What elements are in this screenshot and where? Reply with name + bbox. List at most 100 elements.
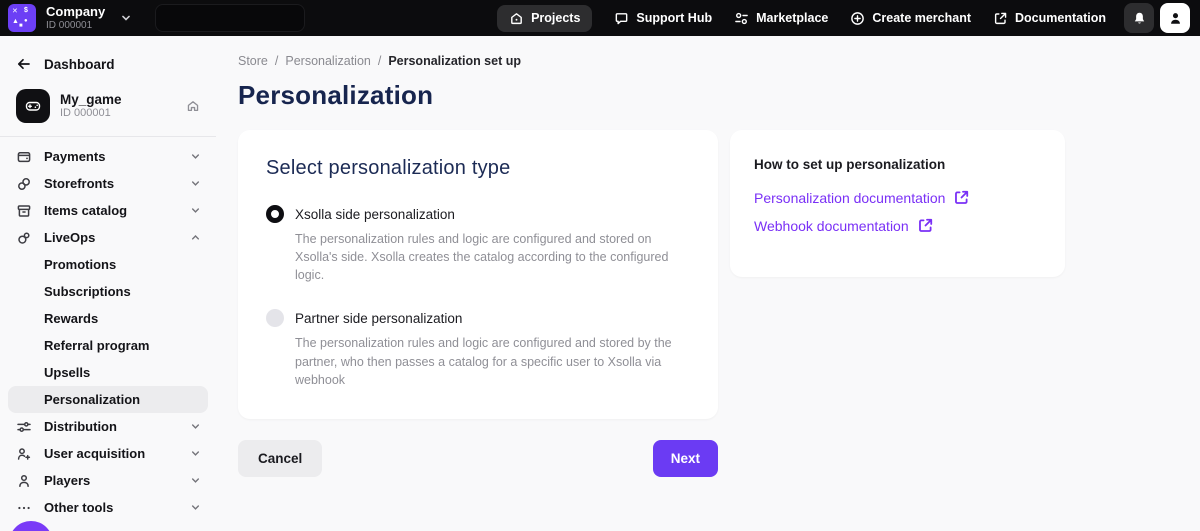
arrow-left-icon	[16, 56, 32, 72]
breadcrumb-store[interactable]: Store	[238, 54, 268, 68]
sidebar-item-promotions[interactable]: Promotions	[0, 251, 216, 278]
company-name: Company	[46, 5, 105, 19]
main-content: Store / Personalization / Personalizatio…	[216, 36, 1200, 531]
plus-circle-icon	[850, 11, 865, 26]
bell-icon	[1132, 11, 1147, 26]
sidebar-item-payments[interactable]: Payments	[0, 143, 216, 170]
chevron-down-icon	[189, 474, 202, 487]
chain-rings-icon	[16, 230, 32, 246]
sidebar-item-label: Players	[44, 473, 90, 488]
project-avatar	[16, 89, 50, 123]
account-button[interactable]	[1160, 3, 1190, 33]
sidebar-item-label: Storefronts	[44, 176, 114, 191]
chevron-down-icon[interactable]	[119, 11, 133, 25]
sidebar-subitem-label: Promotions	[44, 257, 116, 272]
chevron-down-icon	[189, 177, 202, 190]
notifications-button[interactable]	[1124, 3, 1154, 33]
nav-label: Documentation	[1015, 11, 1106, 25]
sidebar-item-players[interactable]: Players	[0, 467, 216, 494]
personalization-documentation-link[interactable]: Personalization documentation	[754, 189, 1041, 206]
nav-label: Marketplace	[756, 11, 828, 25]
radio-selected-icon[interactable]	[266, 205, 284, 223]
project-id: ID 000001	[60, 107, 122, 120]
logo-glyph: ✕	[12, 8, 18, 15]
chevron-down-icon	[189, 150, 202, 163]
external-link-icon	[993, 11, 1008, 26]
personalization-type-card: Select personalization type Xsolla side …	[238, 130, 718, 419]
radio-option-partner-side[interactable]: Partner side personalization	[266, 309, 690, 327]
nav-support-hub[interactable]: Support Hub	[614, 11, 712, 26]
chevron-down-icon	[189, 204, 202, 217]
logo-glyph: ●	[24, 18, 28, 25]
sidebar-item-rewards[interactable]: Rewards	[0, 305, 216, 332]
sidebar-item-label: Distribution	[44, 419, 117, 434]
company-switcher[interactable]: Company ID 000001	[46, 5, 105, 31]
help-heading: How to set up personalization	[754, 157, 1041, 172]
project-switcher[interactable]: My_game ID 000001	[0, 88, 216, 124]
breadcrumb-separator: /	[378, 54, 381, 68]
logo-glyph: ▲	[12, 18, 19, 25]
sidebar-item-label: Other tools	[44, 500, 113, 515]
sidebar-item-referral-program[interactable]: Referral program	[0, 332, 216, 359]
sidebar: Dashboard My_game ID 000001 Payments Sto…	[0, 36, 216, 531]
sidebar-item-liveops[interactable]: LiveOps	[0, 224, 216, 251]
sidebar-item-other-tools[interactable]: Other tools	[0, 494, 216, 521]
topbar: ✕ $ ▲ ● ■ Company ID 000001 Projects Sup…	[0, 0, 1200, 36]
breadcrumb: Store / Personalization / Personalizatio…	[238, 54, 1200, 68]
sidebar-item-user-acquisition[interactable]: User acquisition	[0, 440, 216, 467]
sidebar-item-label: Payments	[44, 149, 105, 164]
radio-unselected-icon[interactable]	[266, 309, 284, 327]
company-id: ID 000001	[46, 20, 105, 31]
sidebar-item-distribution[interactable]: Distribution	[0, 413, 216, 440]
xsolla-logo[interactable]: ✕ $ ▲ ● ■	[8, 4, 36, 32]
gamepad-icon	[24, 97, 42, 115]
external-link-icon	[917, 217, 934, 234]
option-description: The personalization rules and logic are …	[295, 334, 690, 388]
option-label: Partner side personalization	[295, 311, 462, 326]
back-to-dashboard[interactable]: Dashboard	[0, 52, 216, 76]
sidebar-item-subscriptions[interactable]: Subscriptions	[0, 278, 216, 305]
logo-glyph: $	[24, 7, 28, 14]
sidebar-subitem-label: Referral program	[44, 338, 149, 353]
nav-label: Support Hub	[636, 11, 712, 25]
next-button[interactable]: Next	[653, 440, 718, 477]
chevron-down-icon	[189, 420, 202, 433]
breadcrumb-separator: /	[275, 54, 278, 68]
sliders-icon	[16, 419, 32, 435]
sidebar-item-label: LiveOps	[44, 230, 95, 245]
card-heading: Select personalization type	[266, 157, 690, 180]
sidebar-item-items-catalog[interactable]: Items catalog	[0, 197, 216, 224]
sidebar-item-storefronts[interactable]: Storefronts	[0, 170, 216, 197]
external-link-icon	[953, 189, 970, 206]
radio-option-xsolla-side[interactable]: Xsolla side personalization	[266, 205, 690, 223]
sidebar-item-upsells[interactable]: Upsells	[0, 359, 216, 386]
webhook-documentation-link[interactable]: Webhook documentation	[754, 217, 1041, 234]
breadcrumb-personalization[interactable]: Personalization	[285, 54, 370, 68]
nav-marketplace[interactable]: Marketplace	[734, 11, 828, 26]
home-app-icon	[509, 11, 524, 26]
option-description: The personalization rules and logic are …	[295, 230, 690, 284]
project-info: My_game ID 000001	[60, 92, 122, 120]
nav-label: Create merchant	[872, 11, 971, 25]
topbar-search-box[interactable]	[155, 4, 305, 32]
nav-documentation[interactable]: Documentation	[993, 11, 1106, 26]
nav-label: Projects	[531, 11, 580, 25]
page-title: Personalization	[238, 80, 1200, 111]
chain-rings-icon	[16, 176, 32, 192]
breadcrumb-current: Personalization set up	[388, 54, 521, 68]
sidebar-item-personalization[interactable]: Personalization	[8, 386, 208, 413]
cancel-button[interactable]: Cancel	[238, 440, 322, 477]
link-label: Webhook documentation	[754, 218, 909, 234]
form-actions: Cancel Next	[238, 440, 718, 477]
person-icon	[16, 473, 32, 489]
nav-projects[interactable]: Projects	[497, 5, 592, 32]
home-icon[interactable]	[186, 99, 200, 113]
chevron-up-icon	[189, 231, 202, 244]
nav-create-merchant[interactable]: Create merchant	[850, 11, 971, 26]
project-name: My_game	[60, 92, 122, 108]
link-label: Personalization documentation	[754, 190, 945, 206]
sidebar-item-label: Items catalog	[44, 203, 127, 218]
logo-glyph: ■	[19, 23, 23, 30]
chevron-down-icon	[189, 447, 202, 460]
chevron-down-icon	[189, 501, 202, 514]
